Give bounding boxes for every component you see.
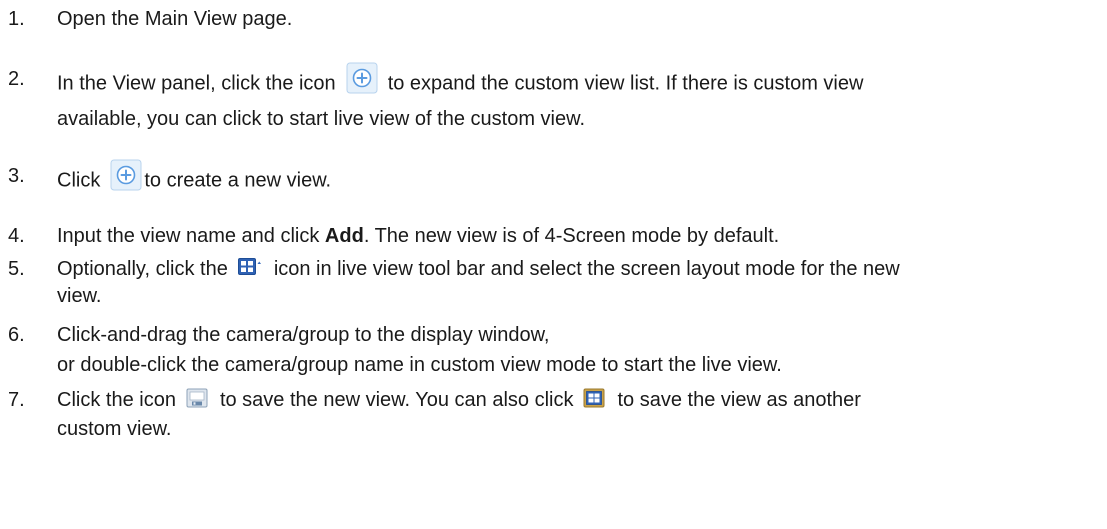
step-number: 5. (8, 258, 25, 280)
step-number: 7. (8, 389, 25, 411)
step-number: 6. (8, 324, 25, 346)
step-number: 1. (8, 8, 25, 30)
add-view-icon (346, 62, 378, 94)
step-text: to save the new view. You can also click (219, 389, 574, 411)
step-text: Click (57, 169, 101, 192)
save-view-icon (186, 387, 208, 409)
save-as-view-icon (583, 387, 605, 409)
step-text-line-1: Click-and-drag the camera/group to the d… (57, 324, 550, 346)
step-text-line-1: Click the icon to save the new view. You… (57, 387, 861, 412)
step-text: to create a new view. (144, 169, 332, 192)
step-text-line-2: or double-click the camera/group name in… (57, 354, 782, 376)
step-number: 3. (8, 165, 25, 187)
step-text-line-1: In the View panel, click the icon to exp… (57, 62, 864, 100)
step-text-line-1: Input the view name and click Add. The n… (57, 225, 779, 248)
step-text: to save the view as another (617, 389, 861, 411)
add-keyword: Add (324, 225, 364, 247)
step-text: . The new view is of 4-Screen mode by de… (363, 225, 780, 247)
step-text-line-1: Optionally, click the icon in live view … (57, 257, 900, 281)
step-text: Click the icon (57, 389, 176, 411)
step-text: Open the Main View page. (57, 8, 293, 30)
step-text: to expand the custom view list. If there… (387, 72, 864, 95)
step-text: Optionally, click the (57, 258, 228, 280)
step-text: icon in live view tool bar and select th… (273, 258, 900, 280)
step-text: Input the view name and click (57, 225, 325, 247)
add-view-icon (110, 159, 142, 191)
step-number: 2. (8, 68, 25, 90)
step-text: In the View panel, click the icon (57, 72, 336, 95)
step-text-line-2: custom view. (57, 418, 172, 440)
step-text-line-2: available, you can click to start live v… (57, 108, 586, 130)
step-text-line-1: Click to create a new view. (57, 159, 332, 197)
step-text-line-2: view. (57, 285, 102, 307)
screen-layout-icon (237, 257, 262, 277)
step-number: 4. (8, 225, 25, 247)
